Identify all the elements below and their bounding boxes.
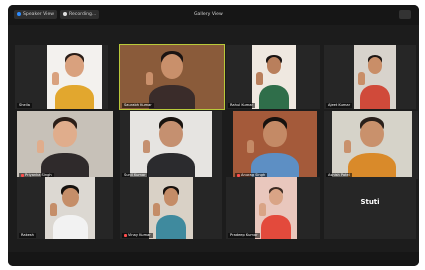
participant-name-placeholder: Stuti [360, 198, 380, 206]
participant-face [266, 56, 282, 75]
participant-video [149, 177, 193, 239]
victory-hand-icon [247, 139, 255, 153]
victory-hand-icon [145, 71, 153, 85]
victory-hand-icon [153, 203, 161, 217]
participant-tile-10[interactable]: Vinay Kumar [120, 177, 222, 239]
participant-tile-7[interactable]: Anurag Singh [233, 111, 317, 179]
participant-video [130, 111, 212, 179]
victory-hand-icon [143, 139, 151, 153]
view-options-button[interactable] [399, 10, 411, 19]
participant-name: Saurabh Kumar [122, 103, 154, 108]
participant-torso [347, 153, 397, 179]
participant-tile-6[interactable]: Sunil Kumar [120, 111, 222, 179]
victory-hand-icon [256, 71, 264, 85]
participant-tile-8[interactable]: Ashish Patel [324, 111, 418, 179]
participant-face [268, 188, 284, 206]
participant-face [367, 57, 383, 74]
participant-tile-1[interactable]: Sheila [15, 45, 108, 109]
participant-video [120, 45, 224, 109]
meeting-window: Speaker View Recording... Gallery View S… [8, 5, 419, 266]
participant-torso [155, 215, 187, 239]
recording-indicator[interactable]: Recording... [60, 10, 100, 19]
participant-face [263, 120, 287, 148]
participant-face [53, 120, 77, 148]
participant-face [61, 187, 79, 208]
participant-video [255, 177, 297, 239]
participant-tile-11[interactable]: Pradeep Kumar [226, 177, 320, 239]
participant-name: Rakesh [19, 233, 36, 238]
participant-tile-9[interactable]: Rakesh [17, 177, 113, 239]
participant-face [65, 55, 84, 77]
participant-torso [258, 84, 290, 109]
participant-tile-3[interactable]: Rahul Kumar [226, 45, 320, 109]
top-bar: Speaker View Recording... Gallery View [8, 5, 419, 25]
participant-name: Ajeet Kumar [326, 103, 353, 108]
victory-hand-icon [49, 203, 57, 217]
mic-muted-icon [124, 233, 127, 237]
meeting-title: Gallery View [194, 12, 223, 17]
victory-hand-icon [37, 139, 45, 153]
participant-video [233, 111, 317, 179]
participant-video [252, 45, 296, 109]
participant-face [360, 120, 384, 148]
participant-face [161, 54, 183, 80]
participant-name: Rahul Kumar [228, 103, 255, 108]
participant-torso [360, 84, 390, 109]
zoom-icon [17, 11, 21, 16]
participant-tile-5[interactable]: Priyanka Singh [17, 111, 113, 179]
speaker-view-button[interactable]: Speaker View [14, 10, 58, 19]
participant-video [45, 177, 95, 239]
victory-hand-icon [52, 71, 60, 85]
participant-tile-4[interactable]: Ajeet Kumar [324, 45, 416, 109]
participant-torso [146, 153, 196, 179]
participant-face [159, 120, 183, 148]
bottom-bar [8, 252, 419, 266]
participant-torso [52, 215, 88, 239]
participant-video [332, 111, 412, 179]
victory-hand-icon [344, 139, 352, 153]
victory-hand-icon [357, 71, 365, 85]
victory-hand-icon [258, 203, 266, 217]
record-icon [63, 11, 67, 16]
participant-torso [149, 84, 195, 109]
participant-name: Vinay Kumar [122, 233, 153, 238]
participant-name: Pradeep Kumar [228, 233, 260, 238]
participant-face [163, 188, 179, 206]
participant-video [47, 45, 102, 109]
participant-torso [55, 84, 94, 109]
participant-tile-2[interactable]: Saurabh Kumar [119, 44, 225, 110]
participant-tile-12[interactable]: Stuti [324, 177, 416, 239]
participant-torso [261, 215, 291, 239]
participant-video [354, 45, 396, 109]
participant-video [17, 111, 113, 179]
participant-name: Sheila [17, 103, 32, 108]
